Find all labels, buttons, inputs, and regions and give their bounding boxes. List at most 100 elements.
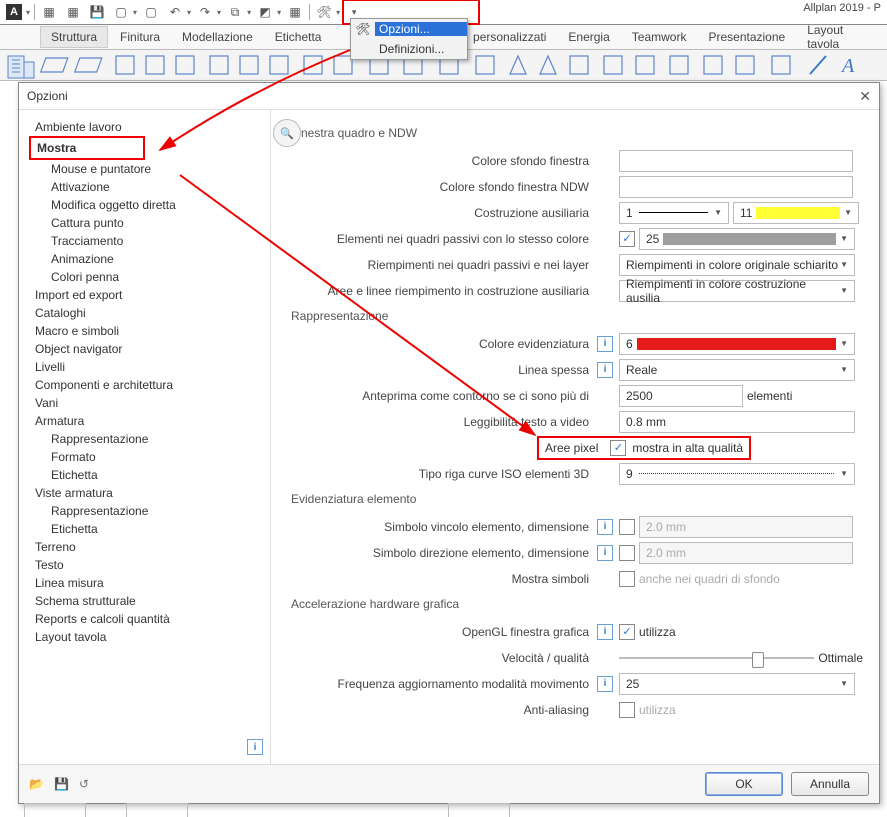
save-icon[interactable]: 💾	[87, 2, 107, 22]
tree-viste-armatura[interactable]: Viste armatura	[29, 484, 261, 502]
chk-opengl[interactable]: ✓	[619, 624, 635, 640]
tree-va-etichetta[interactable]: Etichetta	[29, 520, 261, 538]
direzione-dim: 2.0 mm	[639, 542, 853, 564]
bottom-tab-1[interactable]	[24, 803, 86, 817]
chk-antialiasing[interactable]: ✓	[619, 702, 635, 718]
tb-btn-4[interactable]: ▢	[111, 2, 131, 22]
menu-layout-tavola[interactable]: Layout tavola	[797, 20, 887, 54]
cancel-button[interactable]: Annulla	[791, 772, 869, 796]
lbl-r15-chk: anche nei quadri di sfondo	[639, 572, 780, 586]
tb-btn-9[interactable]: ◩	[255, 2, 275, 22]
chk-r13[interactable]: ✓	[619, 519, 635, 535]
tree-testo[interactable]: Testo	[29, 556, 261, 574]
tree-animazione[interactable]: Animazione	[29, 250, 261, 268]
tree-object-navigator[interactable]: Object navigator	[29, 340, 261, 358]
tree-schema[interactable]: Schema strutturale	[29, 592, 261, 610]
tree-va-rapp[interactable]: Rappresentazione	[29, 502, 261, 520]
tree-ambiente-lavoro[interactable]: Ambiente lavoro	[29, 118, 261, 136]
tree-arm-formato[interactable]: Formato	[29, 448, 261, 466]
tb-btn-2[interactable]: ▦	[63, 2, 83, 22]
tree-vani[interactable]: Vani	[29, 394, 261, 412]
color-sfondo-finestra[interactable]	[619, 150, 853, 172]
freq-aggiornamento[interactable]: 25▼	[619, 673, 855, 695]
tree-cataloghi[interactable]: Cataloghi	[29, 304, 261, 322]
tree-mostra[interactable]: Mostra	[29, 136, 145, 160]
info-icon[interactable]: i	[597, 362, 613, 378]
tb-btn-10[interactable]: ▦	[285, 2, 305, 22]
tree-reports[interactable]: Reports e calcoli quantità	[29, 610, 261, 628]
vincolo-dim: 2.0 mm	[639, 516, 853, 538]
lbl-r19-chk: utilizza	[639, 703, 676, 717]
settings-icon[interactable]: 🛠	[314, 2, 334, 22]
color-sfondo-ndw[interactable]	[619, 176, 853, 198]
riemp-costruzione[interactable]: Riempimenti in colore costruzione ausili…	[619, 280, 855, 302]
tree-macro[interactable]: Macro e simboli	[29, 322, 261, 340]
tipo-riga-iso[interactable]: 9▼	[619, 463, 855, 485]
info-icon[interactable]: i	[597, 676, 613, 692]
anteprima-count[interactable]: 2500	[619, 385, 743, 407]
ok-button[interactable]: OK	[705, 772, 783, 796]
menu-energia[interactable]: Energia	[558, 27, 619, 47]
menu-modellazione[interactable]: Modellazione	[172, 27, 263, 47]
tree-import-export[interactable]: Import ed export	[29, 286, 261, 304]
tree-colori-penna[interactable]: Colori penna	[29, 268, 261, 286]
tree-livelli[interactable]: Livelli	[29, 358, 261, 376]
menu-struttura[interactable]: Struttura	[40, 26, 108, 48]
tree-attivazione[interactable]: Attivazione	[29, 178, 261, 196]
save-icon[interactable]: 💾	[54, 777, 69, 791]
lbl-r5: Riempimenti nei quadri passivi e nei lay…	[291, 258, 597, 272]
reset-icon[interactable]: ↺	[79, 777, 89, 791]
passivi-color[interactable]: 25▼	[639, 228, 855, 250]
tree-componenti[interactable]: Componenti e architettura	[29, 376, 261, 394]
lbl-r16-chk: utilizza	[639, 625, 676, 639]
tree-modifica-oggetto[interactable]: Modifica oggetto diretta	[29, 196, 261, 214]
quality-slider[interactable]	[619, 650, 814, 666]
chk-r14[interactable]: ✓	[619, 545, 635, 561]
tree-arm-rapp[interactable]: Rappresentazione	[29, 430, 261, 448]
leggibilita-testo[interactable]: 0.8 mm	[619, 411, 855, 433]
info-icon[interactable]: i	[597, 336, 613, 352]
chk-r15[interactable]: ✓	[619, 571, 635, 587]
menu-personalizzati[interactable]: personalizzati	[463, 27, 556, 47]
costruzione-aus-num[interactable]: 1▼	[619, 202, 729, 224]
building-icon[interactable]	[6, 54, 36, 83]
colore-evidenziatura[interactable]: 6▼	[619, 333, 855, 355]
info-icon[interactable]: i	[597, 545, 613, 561]
search-icon[interactable]: 🔍	[273, 119, 301, 147]
info-icon[interactable]: i	[597, 624, 613, 640]
tb-btn-1[interactable]: ▦	[39, 2, 59, 22]
folder-open-icon[interactable]: 📂	[29, 777, 44, 791]
tree-cattura-punto[interactable]: Cattura punto	[29, 214, 261, 232]
tree-tracciamento[interactable]: Tracciamento	[29, 232, 261, 250]
redo-icon[interactable]: ↷	[195, 2, 215, 22]
undo-icon[interactable]: ↶	[165, 2, 185, 22]
linea-spessa[interactable]: Reale▼	[619, 359, 855, 381]
chk-r4[interactable]: ✓	[619, 231, 635, 247]
dialog-footer: 📂 💾 ↺ OK Annulla	[19, 764, 879, 803]
costruzione-aus-color[interactable]: 11▼	[733, 202, 859, 224]
lbl-r6: Aree e linee riempimento in costruzione …	[291, 284, 597, 298]
dropdown-definizioni[interactable]: Definizioni...	[351, 39, 467, 59]
tree-armatura[interactable]: Armatura	[29, 412, 261, 430]
tree-linea-misura[interactable]: Linea misura	[29, 574, 261, 592]
tb-btn-5[interactable]: ▢	[141, 2, 161, 22]
tree-layout-tavola[interactable]: Layout tavola	[29, 628, 261, 646]
info-icon[interactable]: i	[597, 519, 613, 535]
lbl-r13: Simbolo vincolo elemento, dimensione	[291, 520, 597, 534]
tree-terreno[interactable]: Terreno	[29, 538, 261, 556]
tree-arm-etichetta[interactable]: Etichetta	[29, 466, 261, 484]
dropdown-opzioni[interactable]: 🛠 Opzioni...	[351, 19, 467, 39]
close-icon[interactable]: ✕	[859, 88, 871, 105]
info-icon-bottom[interactable]: i	[247, 739, 263, 755]
tb-btn-8[interactable]: ⧉	[225, 2, 245, 22]
bottom-tab-3[interactable]	[448, 803, 510, 817]
menu-presentazione[interactable]: Presentazione	[698, 27, 795, 47]
app-icon[interactable]: A	[4, 2, 24, 22]
menu-finitura[interactable]: Finitura	[110, 27, 170, 47]
menu-etichetta[interactable]: Etichetta	[265, 27, 332, 47]
chk-aree-pixel[interactable]: ✓	[610, 440, 626, 456]
bottom-tab-2[interactable]	[126, 803, 188, 817]
menu-teamwork[interactable]: Teamwork	[622, 27, 697, 47]
tree-mouse[interactable]: Mouse e puntatore	[29, 160, 261, 178]
riemp-passivi[interactable]: Riempimenti in colore originale schiarit…	[619, 254, 855, 276]
